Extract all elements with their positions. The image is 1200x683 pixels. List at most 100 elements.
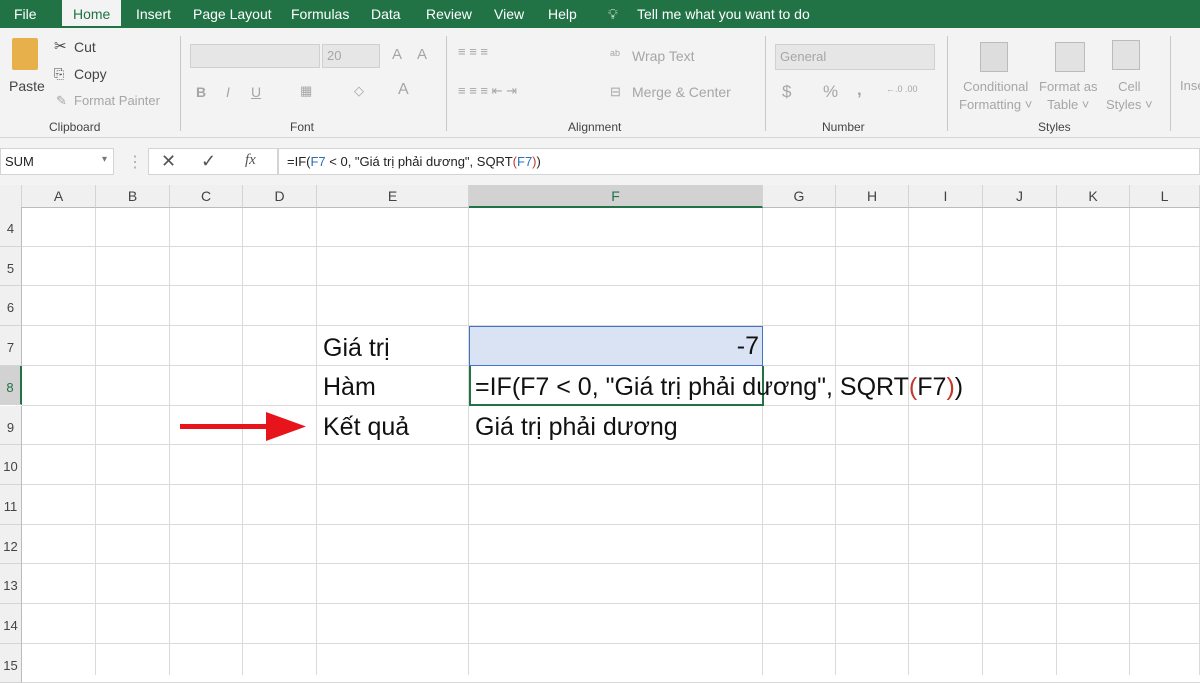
- styles-group-label: Styles: [1038, 120, 1071, 134]
- decrease-font-icon[interactable]: A: [417, 46, 427, 63]
- ribbon-tabs: File Home Insert Page Layout Formulas Da…: [0, 0, 1200, 28]
- name-box[interactable]: SUM ▾: [0, 148, 114, 175]
- cell-F7[interactable]: -7: [469, 326, 759, 366]
- row-header-10[interactable]: 10: [0, 445, 22, 485]
- tab-file[interactable]: File: [14, 6, 37, 22]
- comma-button[interactable]: ,: [857, 80, 862, 100]
- paste-button[interactable]: Paste: [9, 78, 45, 94]
- column-header-B[interactable]: B: [96, 185, 170, 208]
- select-all-corner[interactable]: [0, 185, 22, 208]
- tab-help[interactable]: Help: [548, 6, 577, 22]
- column-header-H[interactable]: H: [836, 185, 909, 208]
- tab-page-layout[interactable]: Page Layout: [193, 6, 272, 22]
- formula-input[interactable]: =IF(F7 < 0, "Giá trị phải dương", SQRT(F…: [278, 148, 1200, 175]
- wrap-text-button[interactable]: Wrap Text: [632, 48, 695, 64]
- row-header-6[interactable]: 6: [0, 286, 22, 327]
- number-format-dropdown[interactable]: General: [775, 44, 935, 70]
- cell-F9[interactable]: Giá trị phải dương: [475, 407, 678, 447]
- column-header-G[interactable]: G: [763, 185, 836, 208]
- cs-label-2: Styles: [1106, 97, 1142, 112]
- font-color-button[interactable]: A: [398, 81, 409, 99]
- column-header-C[interactable]: C: [170, 185, 243, 208]
- tab-data[interactable]: Data: [371, 6, 401, 22]
- cell-E9[interactable]: Kết quả: [323, 407, 409, 447]
- tab-review[interactable]: Review: [426, 6, 472, 22]
- row-header-13[interactable]: 13: [0, 564, 22, 604]
- chevron-down-icon[interactable]: ▾: [102, 154, 107, 165]
- font-size-value: 20: [327, 48, 342, 63]
- red-arrow-icon: [180, 412, 306, 441]
- column-header-I[interactable]: I: [909, 185, 983, 208]
- column-header-A[interactable]: A: [22, 185, 96, 208]
- row-header-12[interactable]: 12: [0, 524, 22, 565]
- tell-me-search[interactable]: Tell me what you want to do: [637, 6, 810, 22]
- row-header-5[interactable]: 5: [0, 246, 22, 287]
- insert-button[interactable]: Inse: [1180, 78, 1200, 93]
- insert-function-icon[interactable]: fx: [245, 152, 256, 169]
- column-header-F[interactable]: F: [469, 185, 763, 208]
- tab-formulas[interactable]: Formulas: [291, 6, 349, 22]
- font-group-label: Font: [290, 120, 315, 134]
- gridline: [22, 285, 1200, 287]
- gridline: [22, 483, 1200, 485]
- currency-button[interactable]: $: [782, 82, 791, 102]
- format-painter-button[interactable]: Format Painter: [74, 93, 160, 108]
- font-name-dropdown[interactable]: [190, 44, 320, 68]
- gridline: [22, 563, 1200, 565]
- copy-button[interactable]: Copy: [74, 66, 107, 82]
- column-header-E[interactable]: E: [317, 185, 469, 208]
- cell-E8[interactable]: Hàm: [323, 367, 376, 407]
- format-as-table-button[interactable]: Format as Table ˅: [1039, 78, 1098, 114]
- column-header-K[interactable]: K: [1057, 185, 1130, 208]
- conditional-formatting-button[interactable]: Conditional Formatting ˅: [959, 78, 1032, 114]
- row-header-7[interactable]: 7: [0, 326, 22, 366]
- fill-color-icon[interactable]: ◇: [354, 83, 364, 99]
- row-header-4[interactable]: 4: [0, 207, 22, 247]
- row-header-14[interactable]: 14: [0, 604, 22, 644]
- decimal-buttons-icon[interactable]: ←.0 .00: [886, 84, 918, 94]
- copy-icon: ⎘: [54, 66, 65, 81]
- gridline: [1056, 208, 1057, 675]
- tab-insert[interactable]: Insert: [136, 6, 171, 22]
- cancel-icon[interactable]: ✕: [161, 151, 176, 172]
- fat-label-2: Table: [1047, 97, 1079, 112]
- cell-styles-icon: [1112, 40, 1140, 70]
- row-header-11[interactable]: 11: [0, 484, 22, 525]
- borders-icon[interactable]: ▦: [300, 83, 312, 99]
- ribbon: Paste ✂ Cut ⎘ Copy ✎ Format Painter Clip…: [0, 28, 1200, 138]
- edit-part: ): [954, 373, 964, 401]
- format-as-table-icon: [1055, 42, 1085, 72]
- formula-buttons: ✕ ✓ fx: [148, 148, 278, 175]
- increase-font-icon[interactable]: A: [392, 46, 402, 63]
- column-header-J[interactable]: J: [983, 185, 1057, 208]
- align-top-icon[interactable]: ≡ ≡ ≡: [458, 44, 488, 59]
- column-header-L[interactable]: L: [1130, 185, 1200, 208]
- clipboard-group-label: Clipboard: [49, 120, 101, 134]
- underline-button[interactable]: U: [251, 84, 261, 100]
- row-header-9[interactable]: 9: [0, 405, 22, 446]
- fat-label-1: Format as: [1039, 79, 1098, 94]
- conditional-formatting-icon: [980, 42, 1008, 72]
- font-size-dropdown[interactable]: 20: [322, 44, 380, 68]
- tab-home[interactable]: Home: [62, 0, 122, 28]
- tab-view[interactable]: View: [494, 6, 524, 22]
- align-left-icon[interactable]: ≡ ≡ ≡ ⇤ ⇥: [458, 83, 517, 99]
- number-group-label: Number: [822, 120, 865, 134]
- cut-button[interactable]: Cut: [74, 39, 96, 55]
- enter-check-icon[interactable]: ✓: [201, 151, 216, 172]
- cell-F8-edit[interactable]: =IF(F7 < 0, "Giá trị phải dương", SQRT(F…: [475, 367, 963, 407]
- cell-E7[interactable]: Giá trị: [323, 328, 390, 368]
- formula-ref: F7: [310, 154, 326, 169]
- gridline: [22, 245, 1200, 247]
- row-header-15[interactable]: 15: [0, 643, 22, 683]
- percent-button[interactable]: %: [823, 82, 838, 102]
- italic-button[interactable]: I: [226, 84, 230, 100]
- edit-ref: F7: [917, 373, 947, 401]
- cf-label-2: Formatting: [959, 97, 1022, 112]
- cell-styles-button[interactable]: Cell Styles ˅: [1106, 78, 1153, 114]
- cf-label-1: Conditional: [963, 79, 1029, 94]
- merge-center-button[interactable]: Merge & Center: [632, 84, 731, 100]
- column-header-D[interactable]: D: [243, 185, 317, 208]
- bold-button[interactable]: B: [196, 84, 206, 100]
- row-header-8[interactable]: 8: [0, 365, 22, 406]
